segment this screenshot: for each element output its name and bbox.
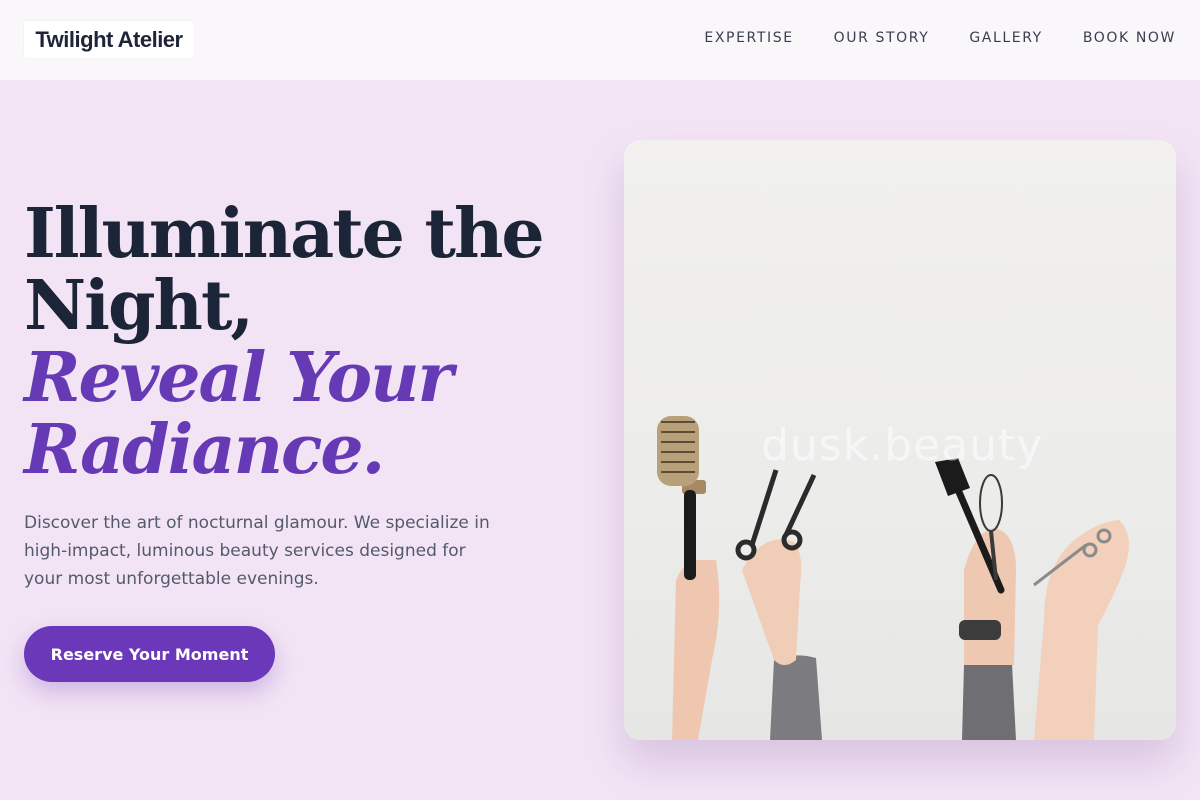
image-watermark: dusk.beauty [761, 420, 1044, 471]
nav-link-gallery[interactable]: GALLERY [969, 30, 1042, 46]
nav-link-expertise[interactable]: EXPERTISE [704, 30, 793, 46]
hero-headline: Illuminate the Night, Reveal Your Radian… [24, 198, 584, 486]
headline-line-1: Illuminate the [24, 194, 545, 274]
headline-line-2: Night, [24, 266, 254, 346]
nav-link-our-story[interactable]: OUR STORY [834, 30, 930, 46]
headline-accent-1: Reveal Your [24, 338, 453, 418]
hero-description: Discover the art of nocturnal glamour. W… [24, 513, 490, 589]
site-header: Twilight Atelier EXPERTISE OUR STORY GAL… [0, 0, 1200, 80]
brand-name: Twilight Atelier [35, 26, 183, 52]
hero-image: dusk.beauty [624, 140, 1176, 740]
nav-link-book-now[interactable]: BOOK NOW [1083, 30, 1176, 46]
headline-accent-2: Radiance. [24, 410, 385, 490]
reserve-button[interactable]: Reserve Your Moment [24, 626, 275, 682]
brand-logo[interactable]: Twilight Atelier [24, 21, 194, 58]
main-nav: EXPERTISE OUR STORY GALLERY BOOK NOW [704, 30, 1176, 46]
